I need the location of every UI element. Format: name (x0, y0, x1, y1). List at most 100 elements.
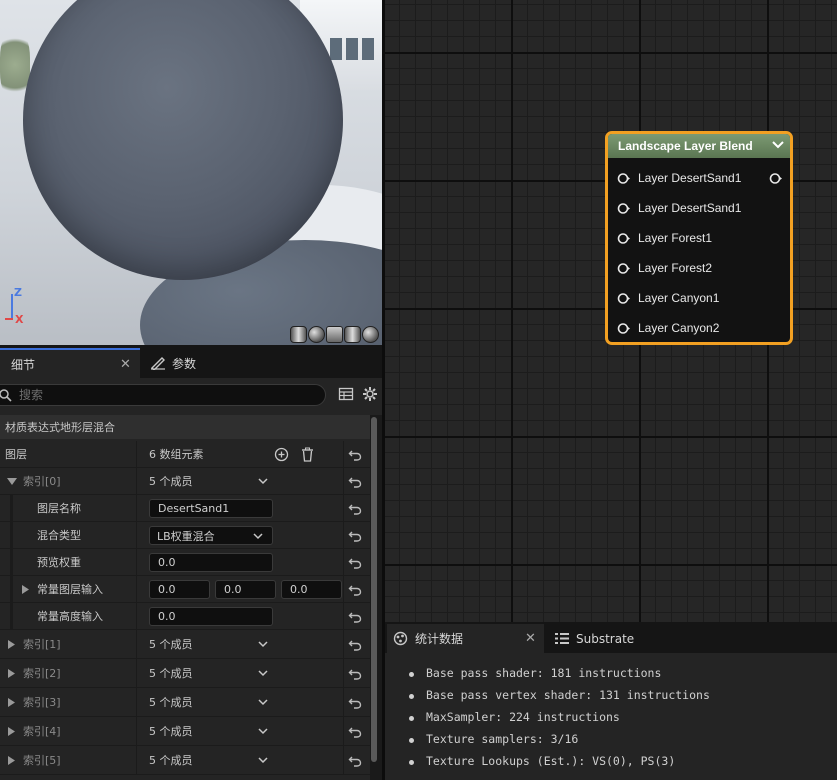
index-0-value: 5 个成员 (149, 475, 193, 488)
node-input-0[interactable]: Layer DesertSand1 (608, 168, 790, 188)
tab-stats-label: 统计数据 (415, 632, 464, 646)
reset-icon[interactable] (348, 725, 362, 739)
reset-icon[interactable] (348, 583, 362, 597)
collapsed-arrow-icon[interactable] (8, 727, 16, 736)
preview-weight-row: 预览权重 0.0 (0, 549, 370, 576)
table-view-icon[interactable] (338, 386, 354, 402)
index-0-row[interactable]: 索引[0] 5 个成员 (0, 468, 370, 495)
index-5-row[interactable]: 索引[5] 5 个成员 (0, 746, 370, 775)
const-layer-input-b[interactable]: 0.0 (281, 580, 342, 599)
blend-type-dropdown[interactable]: LB权重混合 (149, 526, 273, 545)
cylinder-icon[interactable] (290, 326, 307, 343)
close-icon[interactable]: ✕ (120, 357, 131, 372)
const-layer-input-g[interactable]: 0.0 (215, 580, 276, 599)
reset-icon[interactable] (348, 502, 362, 516)
index-4-row[interactable]: 索引[4] 5 个成员 (0, 717, 370, 746)
reset-icon[interactable] (348, 754, 362, 768)
layers-count: 6 数组元素 (149, 448, 204, 461)
blend-type-label: 混合类型 (37, 529, 81, 542)
search-icon (0, 389, 12, 402)
parameters-icon (151, 357, 165, 370)
section-header[interactable]: 材质表达式地形层混合 (0, 415, 370, 439)
chevron-down-icon[interactable] (258, 640, 268, 648)
sphere-icon[interactable] (308, 326, 325, 343)
chevron-down-icon[interactable] (258, 727, 268, 735)
axis-z-line (11, 294, 13, 320)
layers-row: 图层 6 数组元素 (0, 441, 370, 468)
input-pin-icon[interactable] (617, 172, 630, 185)
preview-weight-field[interactable]: 0.0 (149, 553, 273, 572)
collapsed-arrow-icon[interactable] (22, 585, 30, 594)
details-panel: 细节 ✕ 参数 搜索 材质表达式地形层混合 图层 6 数组元素 索引[0] 5 … (0, 345, 382, 780)
node-input-1[interactable]: Layer DesertSand1 (608, 198, 790, 218)
chevron-down-icon[interactable] (772, 140, 784, 150)
tab-details[interactable]: 细节 ✕ (0, 348, 140, 378)
layer-name-row: 图层名称 DesertSand1 (0, 495, 370, 522)
index-3-row[interactable]: 索引[3] 5 个成员 (0, 688, 370, 717)
input-pin-label: Layer Canyon1 (638, 291, 720, 305)
node-input-3[interactable]: Layer Forest2 (608, 258, 790, 278)
chevron-down-icon[interactable] (258, 477, 268, 485)
input-pin-icon[interactable] (617, 232, 630, 245)
input-pin-icon[interactable] (617, 292, 630, 305)
collapsed-arrow-icon[interactable] (8, 640, 16, 649)
property-rows: 图层 6 数组元素 索引[0] 5 个成员 图层名称 DesertSand1 混… (0, 441, 370, 775)
details-search-row (0, 378, 382, 412)
tab-parameters[interactable]: 参数 (145, 348, 235, 378)
node-input-5[interactable]: Layer Canyon2 (608, 318, 790, 338)
chevron-down-icon[interactable] (253, 532, 263, 540)
reset-icon[interactable] (348, 667, 362, 681)
node-header[interactable]: Landscape Layer Blend (608, 134, 790, 158)
node-input-2[interactable]: Layer Forest1 (608, 228, 790, 248)
reset-icon[interactable] (348, 448, 362, 462)
input-pin-icon[interactable] (617, 322, 630, 335)
tab-stats[interactable]: 统计数据 ✕ (387, 624, 544, 653)
chevron-down-icon[interactable] (258, 756, 268, 764)
search-box[interactable] (0, 384, 326, 406)
expanded-arrow-icon[interactable] (7, 478, 17, 486)
list-icon (555, 633, 569, 644)
index-1-row[interactable]: 索引[1] 5 个成员 (0, 630, 370, 659)
index-3-label: 索引[3] (23, 696, 61, 709)
index-2-label: 索引[2] (23, 667, 61, 680)
plane-icon[interactable] (326, 326, 343, 343)
reset-icon[interactable] (348, 610, 362, 624)
trash-icon[interactable] (301, 447, 314, 462)
reset-icon[interactable] (348, 475, 362, 489)
layer-name-field[interactable]: DesertSand1 (149, 499, 273, 518)
index-3-value: 5 个成员 (149, 696, 193, 709)
cube-icon[interactable] (344, 326, 361, 343)
input-pin-icon[interactable] (617, 202, 630, 215)
search-input[interactable] (19, 386, 299, 404)
tab-details-label: 细节 (11, 357, 36, 372)
landscape-layer-blend-node[interactable]: Landscape Layer Blend Layer DesertSand1 … (605, 131, 793, 345)
collapsed-arrow-icon[interactable] (8, 669, 16, 678)
teapot-icon[interactable] (362, 326, 379, 343)
details-scroll-thumb[interactable] (371, 417, 377, 762)
reset-icon[interactable] (348, 696, 362, 710)
reset-icon[interactable] (348, 556, 362, 570)
close-icon[interactable]: ✕ (525, 631, 536, 646)
material-graph-canvas[interactable]: Landscape Layer Blend Layer DesertSand1 … (385, 0, 837, 622)
layers-label: 图层 (5, 448, 27, 461)
index-1-label: 索引[1] (23, 638, 61, 651)
preview-shape-buttons (290, 326, 379, 343)
index-0-label: 索引[0] (23, 475, 61, 488)
output-pin-icon[interactable] (769, 172, 782, 185)
add-element-icon[interactable] (274, 447, 289, 462)
const-layer-input-r[interactable]: 0.0 (149, 580, 210, 599)
index-2-row[interactable]: 索引[2] 5 个成员 (0, 659, 370, 688)
input-pin-icon[interactable] (617, 262, 630, 275)
reset-icon[interactable] (348, 529, 362, 543)
material-preview-viewport[interactable]: Z X (0, 0, 382, 345)
chevron-down-icon[interactable] (258, 669, 268, 677)
chevron-down-icon[interactable] (258, 698, 268, 706)
node-input-4[interactable]: Layer Canyon1 (608, 288, 790, 308)
tab-substrate[interactable]: Substrate (550, 624, 670, 653)
reset-icon[interactable] (348, 638, 362, 652)
collapsed-arrow-icon[interactable] (8, 698, 16, 707)
stats-panel: 统计数据 ✕ Substrate Base pass shader: 181 i… (385, 622, 837, 780)
const-height-input-field[interactable]: 0.0 (149, 607, 273, 626)
gear-icon[interactable] (362, 386, 378, 402)
collapsed-arrow-icon[interactable] (8, 756, 16, 765)
